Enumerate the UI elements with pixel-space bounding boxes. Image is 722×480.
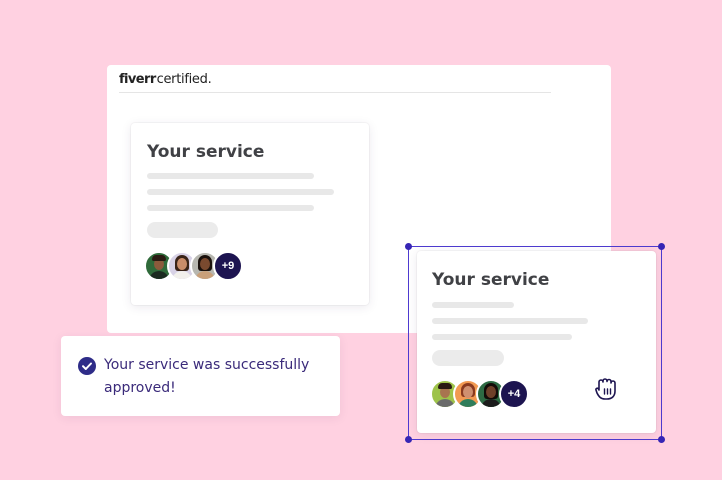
placeholder-line — [147, 189, 334, 195]
resize-handle-top-left[interactable] — [405, 243, 412, 250]
placeholder-line — [147, 173, 314, 179]
resize-handle-bottom-left[interactable] — [405, 436, 412, 443]
placeholder-line — [147, 205, 314, 211]
fiverr-logo: fiverr — [119, 72, 156, 87]
success-toast: Your service was successfully approved! — [61, 336, 340, 416]
service-card-selected[interactable]: Your service +4 — [417, 251, 656, 433]
service-card[interactable]: Your service +9 — [131, 123, 369, 305]
certified-label: certified. — [156, 72, 212, 87]
avatar-more-count: +4 — [499, 379, 529, 409]
resize-handle-top-right[interactable] — [658, 243, 665, 250]
avatar-group: +4 — [430, 379, 529, 409]
fiverr-certified-logo: fiverrcertified. — [119, 72, 212, 87]
avatar-more-count: +9 — [213, 251, 243, 281]
placeholder-line — [432, 302, 514, 308]
placeholder-line — [432, 334, 572, 340]
avatar-group: +9 — [144, 251, 243, 281]
placeholder-pill — [432, 350, 504, 366]
placeholder-pill — [147, 222, 218, 238]
header-divider — [119, 92, 551, 93]
check-circle-icon — [78, 357, 96, 375]
service-card-title: Your service — [432, 270, 550, 290]
service-card-title: Your service — [147, 142, 265, 162]
resize-handle-bottom-right[interactable] — [658, 436, 665, 443]
grab-hand-icon — [595, 378, 616, 400]
placeholder-line — [432, 318, 588, 324]
toast-message: Your service was successfully approved! — [104, 357, 310, 396]
